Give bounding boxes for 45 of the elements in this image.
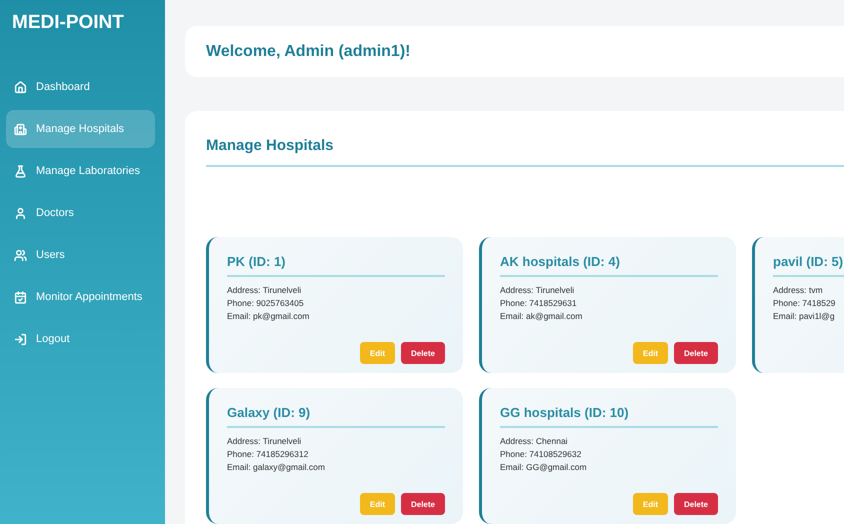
- edit-button[interactable]: Edit: [360, 493, 395, 515]
- hospital-name: AK hospitals (ID: 4): [500, 254, 718, 277]
- hospital-address: Address: Tirunelveli: [227, 435, 302, 448]
- sidebar-item[interactable]: Logout: [6, 320, 155, 358]
- users-icon: [14, 248, 27, 262]
- flask-icon: [14, 164, 27, 178]
- hospital-phone: Phone: 74108529632: [500, 448, 582, 461]
- hospital-phone: Phone: 9025763405: [227, 297, 305, 310]
- sidebar-item[interactable]: Manage Laboratories: [6, 152, 155, 190]
- user-icon: [14, 206, 27, 220]
- edit-button[interactable]: Edit: [632, 342, 668, 364]
- logout-icon: [14, 332, 27, 346]
- hospital-email: Email: ak@gmail.com: [500, 310, 584, 323]
- hospital-address: Address: Chennai: [500, 435, 569, 448]
- welcome-title: Welcome, Admin (admin1)!: [206, 42, 410, 60]
- delete-button[interactable]: Delete: [674, 342, 718, 364]
- delete-button[interactable]: Delete: [674, 493, 718, 515]
- hospital-email: Email: GG@gmail.com: [500, 461, 588, 474]
- hospital-phone: Phone: 7418529: [773, 297, 836, 310]
- hospital-name: Galaxy (ID: 9): [227, 405, 445, 428]
- sidebar-item[interactable]: Doctors: [6, 194, 155, 232]
- hospital-phone: Phone: 7418529631: [500, 297, 578, 310]
- hospital-address: Address: Tirunelveli: [500, 284, 576, 297]
- edit-button[interactable]: Edit: [360, 342, 395, 364]
- hospital-email: Email: pk@gmail.com: [227, 310, 310, 323]
- calendar-icon: [14, 290, 27, 304]
- hospital-phone: Phone: 74185296312: [227, 448, 310, 461]
- hospital-name: pavil (ID: 5): [773, 254, 844, 277]
- hospital-icon: [14, 122, 27, 136]
- hospital-name: PK (ID: 1): [227, 254, 445, 277]
- edit-button[interactable]: Edit: [632, 493, 668, 515]
- sidebar-item[interactable]: Monitor Appointments: [6, 278, 155, 316]
- section-title: Manage Hospitals: [206, 137, 844, 167]
- hospital-name: GG hospitals (ID: 10): [500, 405, 718, 428]
- hospital-email: Email: galaxy@gmail.com: [227, 461, 326, 474]
- brand-title: MEDI-POINT: [12, 12, 125, 34]
- sidebar-item[interactable]: Manage Hospitals: [6, 110, 155, 148]
- home-icon: [14, 80, 27, 94]
- hospital-address: Address: Tirunelveli: [227, 284, 302, 297]
- delete-button[interactable]: Delete: [400, 493, 445, 515]
- hospital-address: Address: tvm: [773, 284, 824, 297]
- sidebar-item[interactable]: Dashboard: [6, 68, 155, 106]
- sidebar-item[interactable]: Users: [6, 236, 155, 274]
- hospital-email: Email: pavi1l@g: [773, 310, 836, 323]
- delete-button[interactable]: Delete: [400, 342, 445, 364]
